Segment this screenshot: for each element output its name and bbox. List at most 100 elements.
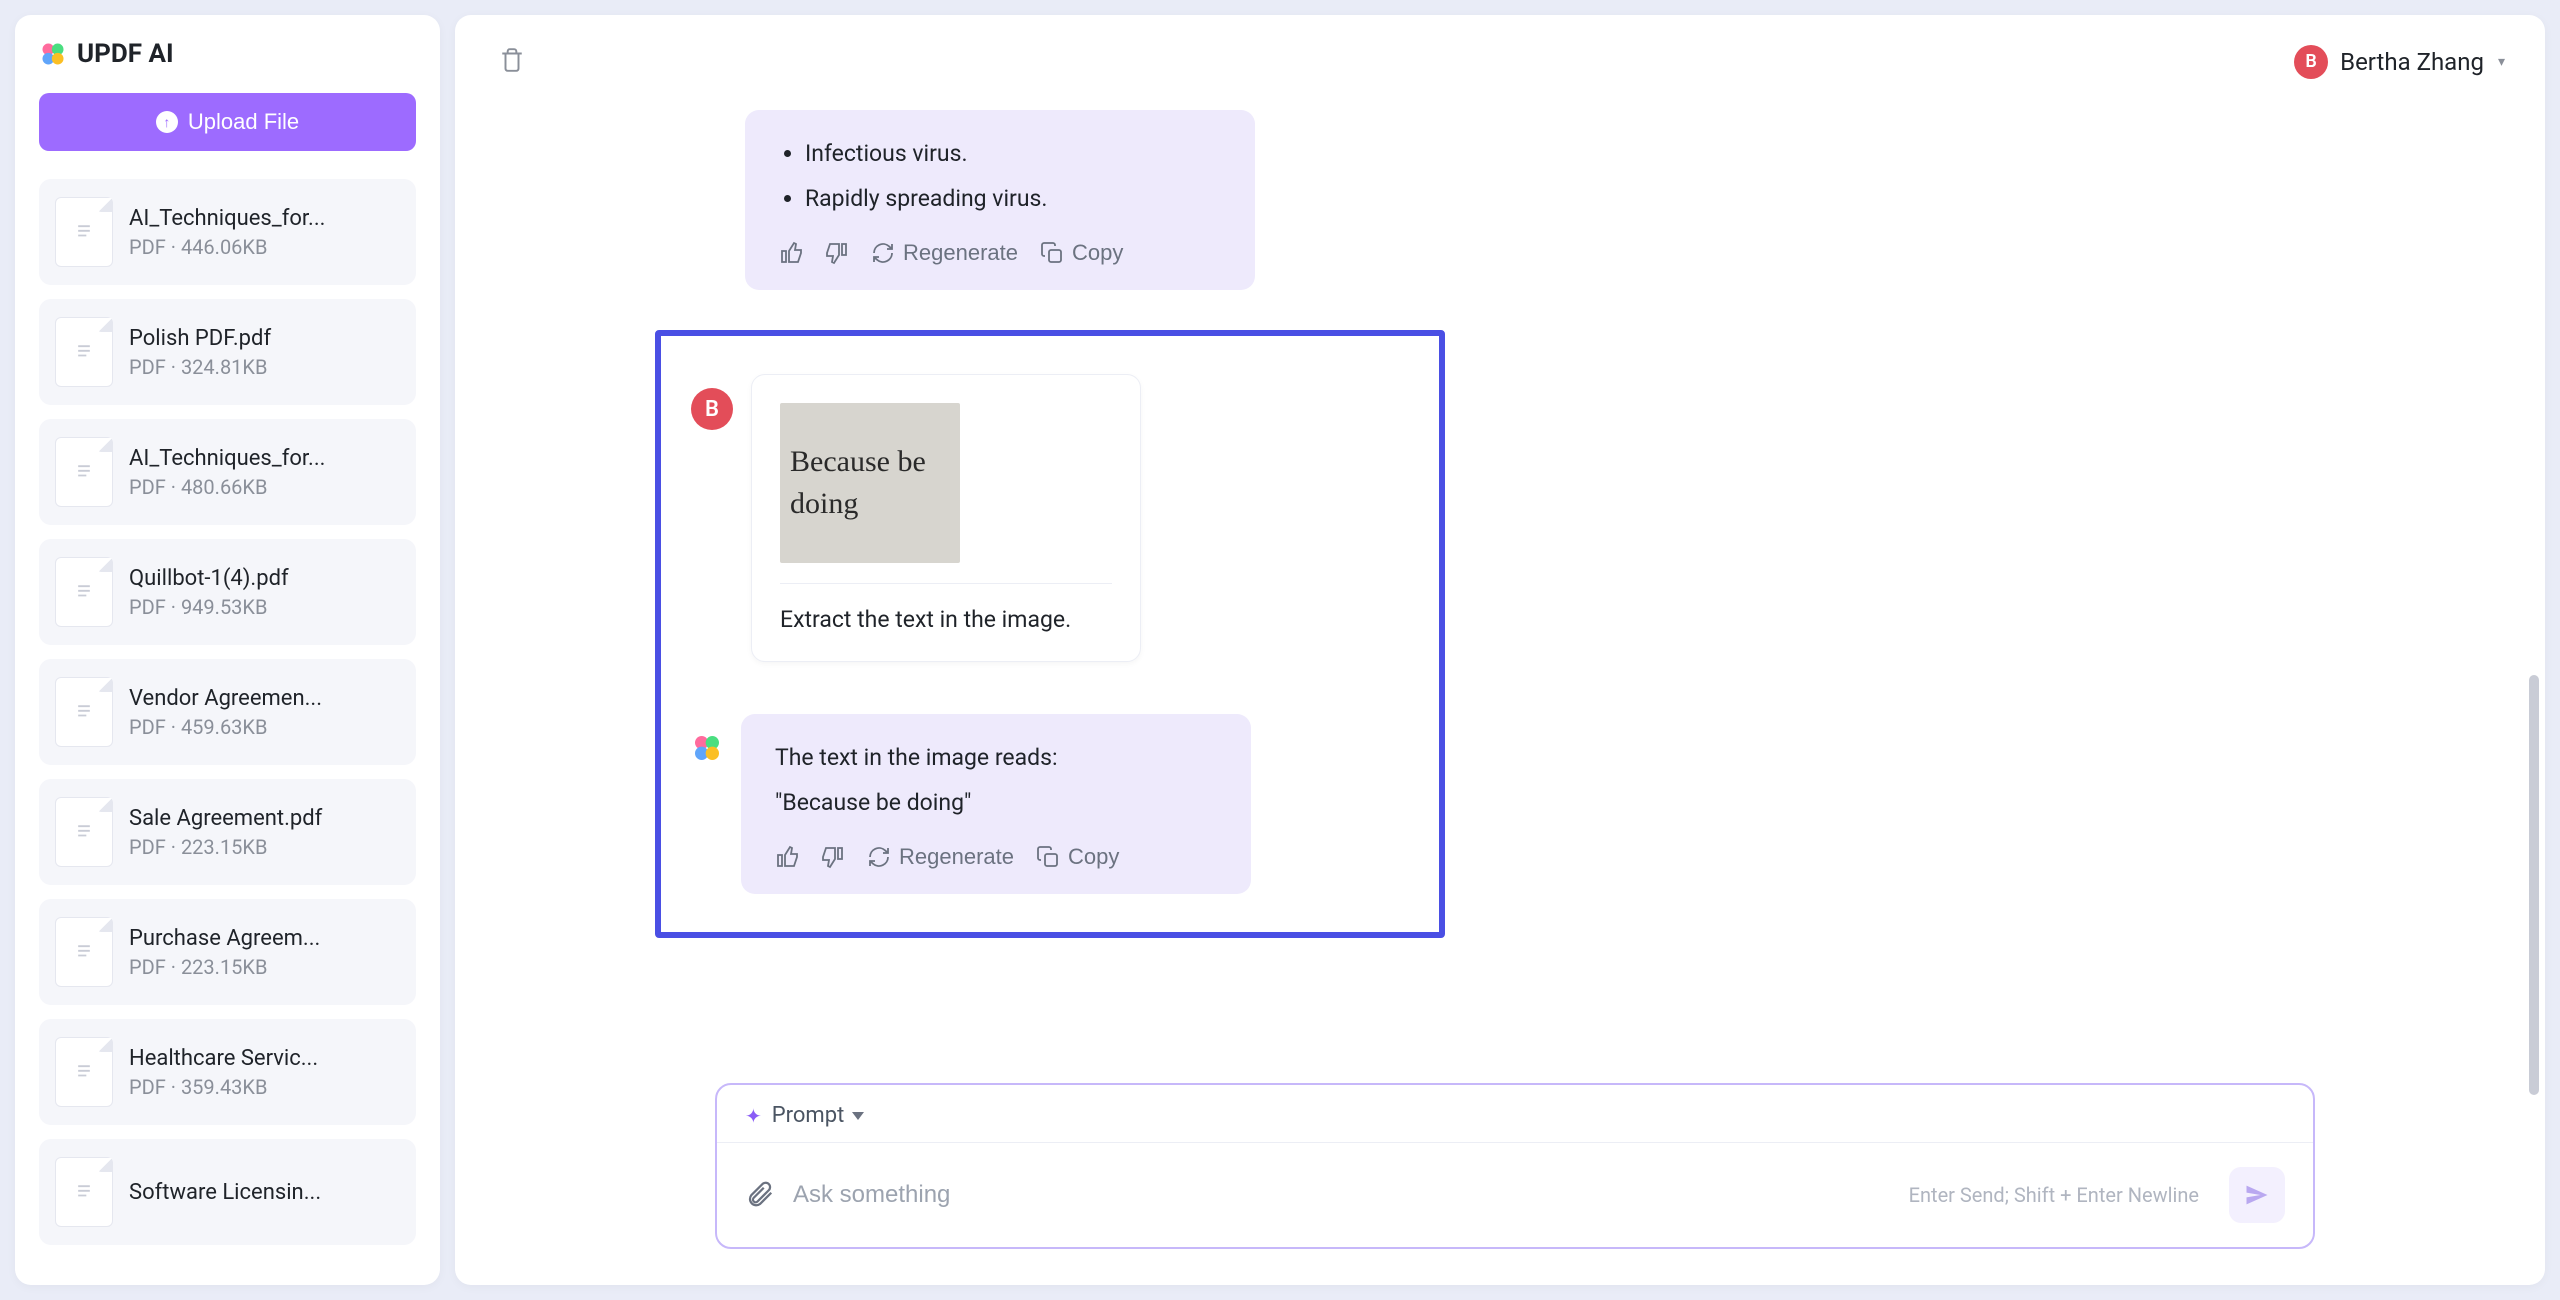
message-actions: Regenerate Copy — [775, 844, 1217, 870]
attach-button[interactable] — [745, 1179, 775, 1212]
prompt-bar: ✦ Prompt Enter Send; Shift + Enter Newli… — [715, 1083, 2315, 1249]
thumbs-up-icon — [775, 845, 799, 869]
copy-label: Copy — [1072, 240, 1123, 266]
refresh-icon — [871, 241, 895, 265]
sidebar: UPDF AI ↑ Upload File AI_Techniques_for.… — [15, 15, 440, 1285]
ai-text-line: "Because be doing" — [775, 789, 1217, 816]
main-panel: B Bertha Zhang ▾ Infectious virus. Rapid… — [455, 15, 2545, 1285]
input-hint: Enter Send; Shift + Enter Newline — [1909, 1183, 2199, 1207]
ai-message-card: The text in the image reads: "Because be… — [741, 714, 1251, 894]
copy-label: Copy — [1068, 844, 1119, 870]
thumbs-down-icon — [821, 845, 845, 869]
file-item[interactable]: AI_Techniques_for...PDF · 446.06KB — [39, 179, 416, 285]
file-item[interactable]: Vendor Agreemen... PDF · 459.63KB — [39, 659, 416, 765]
file-item[interactable]: Purchase Agreem...PDF · 223.15KB — [39, 899, 416, 1005]
file-info: Polish PDF.pdf PDF · 324.81KB — [129, 326, 400, 379]
file-info: Vendor Agreemen... PDF · 459.63KB — [129, 686, 400, 739]
document-icon — [55, 557, 113, 627]
upload-button-label: Upload File — [188, 109, 299, 135]
file-info: Purchase Agreem...PDF · 223.15KB — [129, 926, 400, 979]
file-item[interactable]: Polish PDF.pdf PDF · 324.81KB — [39, 299, 416, 405]
updf-logo-icon — [39, 40, 67, 68]
prompt-dropdown-label: Prompt — [772, 1103, 845, 1128]
user-prompt-text: Extract the text in the image. — [780, 606, 1112, 633]
delete-button[interactable] — [495, 43, 529, 80]
file-meta: PDF · 459.63KB — [129, 715, 400, 739]
file-item[interactable]: AI_Techniques_for... PDF · 480.66KB — [39, 419, 416, 525]
chevron-down-icon: ▾ — [2498, 54, 2505, 70]
document-icon — [55, 317, 113, 387]
regenerate-button[interactable]: Regenerate — [871, 240, 1018, 266]
copy-button[interactable]: Copy — [1036, 844, 1119, 870]
document-icon — [55, 1157, 113, 1227]
file-meta: PDF · 324.81KB — [129, 355, 400, 379]
file-meta: PDF · 223.15KB — [129, 955, 400, 979]
file-meta: PDF · 223.15KB — [129, 835, 400, 859]
copy-icon — [1040, 241, 1064, 265]
upload-file-button[interactable]: ↑ Upload File — [39, 93, 416, 151]
file-meta: PDF · 446.06KB — [129, 235, 400, 259]
file-name: AI_Techniques_for... — [129, 446, 400, 471]
user-avatar: B — [691, 388, 733, 430]
divider — [780, 583, 1112, 584]
file-item[interactable]: Healthcare Servic... PDF · 359.43KB — [39, 1019, 416, 1125]
prompt-input-row: Enter Send; Shift + Enter Newline — [717, 1143, 2313, 1247]
regenerate-label: Regenerate — [903, 240, 1018, 266]
trash-icon — [499, 47, 525, 73]
file-item[interactable]: Sale Agreement.pdf PDF · 223.15KB — [39, 779, 416, 885]
thumbs-down-button[interactable] — [825, 241, 849, 265]
document-icon — [55, 797, 113, 867]
thumbs-down-button[interactable] — [821, 845, 845, 869]
ai-bullet: Rapidly spreading virus. — [805, 185, 1221, 212]
chevron-down-icon — [852, 1112, 864, 1120]
chat-area: Infectious virus. Rapidly spreading viru… — [455, 90, 2545, 1083]
ai-bullet: Infectious virus. — [805, 140, 1221, 167]
file-item[interactable]: Software Licensin... — [39, 1139, 416, 1245]
ai-text-line: The text in the image reads: — [775, 744, 1217, 771]
attached-image[interactable]: Because be doing — [780, 403, 960, 563]
paperclip-icon — [745, 1179, 775, 1209]
copy-button[interactable]: Copy — [1040, 240, 1123, 266]
message-actions: Regenerate Copy — [779, 240, 1221, 266]
document-icon — [55, 917, 113, 987]
main-header: B Bertha Zhang ▾ — [455, 15, 2545, 90]
thumbs-up-icon — [779, 241, 803, 265]
file-list: AI_Techniques_for...PDF · 446.06KBPolish… — [39, 179, 416, 1261]
prompt-top-row: ✦ Prompt — [717, 1085, 2313, 1143]
prompt-input[interactable] — [793, 1181, 1891, 1209]
file-name: Software Licensin... — [129, 1180, 400, 1205]
thumbs-up-button[interactable] — [775, 845, 799, 869]
thumbs-up-button[interactable] — [779, 241, 803, 265]
send-button[interactable] — [2229, 1167, 2285, 1223]
file-meta: PDF · 949.53KB — [129, 595, 400, 619]
scrollbar-thumb[interactable] — [2529, 675, 2539, 1095]
file-name: Vendor Agreemen... — [129, 686, 400, 711]
user-message-row: B Because be doing Extract the text in t… — [691, 374, 1399, 662]
document-icon — [55, 677, 113, 747]
app-title: UPDF AI — [77, 39, 174, 69]
file-name: Healthcare Servic... — [129, 1046, 400, 1071]
user-name-label: Bertha Zhang — [2340, 48, 2484, 76]
refresh-icon — [867, 845, 891, 869]
file-meta: PDF · 359.43KB — [129, 1075, 400, 1099]
user-message-card: Because be doing Extract the text in the… — [751, 374, 1141, 662]
file-name: Polish PDF.pdf — [129, 326, 400, 351]
sidebar-header: UPDF AI — [39, 39, 416, 69]
file-name: Quillbot-1(4).pdf — [129, 566, 400, 591]
file-info: AI_Techniques_for... PDF · 480.66KB — [129, 446, 400, 499]
regenerate-button[interactable]: Regenerate — [867, 844, 1014, 870]
send-icon — [2243, 1181, 2271, 1209]
regenerate-label: Regenerate — [899, 844, 1014, 870]
sparkle-icon: ✦ — [745, 1104, 762, 1128]
document-icon — [55, 197, 113, 267]
file-name: Sale Agreement.pdf — [129, 806, 400, 831]
file-info: Software Licensin... — [129, 1180, 400, 1205]
file-item[interactable]: Quillbot-1(4).pdf PDF · 949.53KB — [39, 539, 416, 645]
file-info: Healthcare Servic... PDF · 359.43KB — [129, 1046, 400, 1099]
prompt-dropdown[interactable]: Prompt — [772, 1103, 865, 1128]
image-handwriting-text: Because be doing — [790, 441, 950, 525]
document-icon — [55, 1037, 113, 1107]
file-meta: PDF · 480.66KB — [129, 475, 400, 499]
highlighted-exchange: B Because be doing Extract the text in t… — [655, 330, 1445, 938]
user-menu[interactable]: B Bertha Zhang ▾ — [2294, 45, 2505, 79]
